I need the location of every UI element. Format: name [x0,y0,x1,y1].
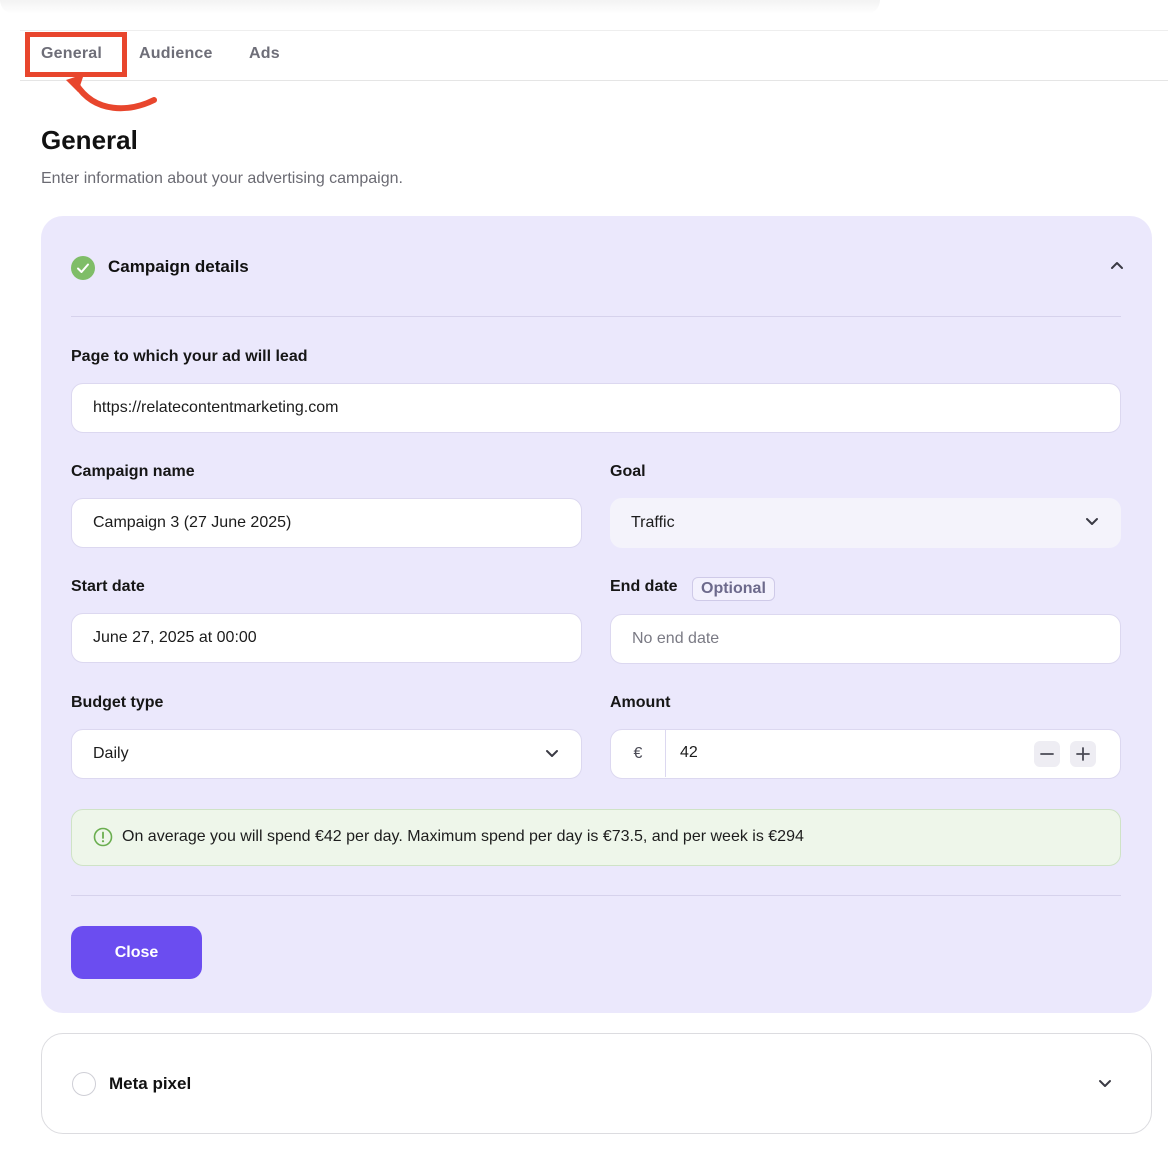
end-date-input[interactable]: No end date [610,614,1121,664]
campaign-details-title: Campaign details [108,257,249,276]
empty-circle-icon [72,1072,96,1096]
campaign-details-card: Campaign details Page to which your ad w… [41,216,1152,1013]
start-date-input[interactable]: June 27, 2025 at 00:00 [71,613,582,663]
optional-badge: Optional [692,577,775,601]
minus-icon [1040,753,1054,755]
tab-audience[interactable]: Audience [139,45,213,63]
page-subtitle: Enter information about your advertising… [41,170,403,187]
end-date-label: End date [610,578,678,595]
divider [71,895,1121,896]
budget-type-label: Budget type [71,694,164,711]
meta-pixel-title: Meta pixel [109,1074,192,1093]
chevron-down-icon[interactable] [1098,1079,1112,1089]
plus-icon [1076,747,1090,761]
check-circle-icon [71,256,95,280]
tab-general[interactable]: General [41,45,102,63]
budget-type-select[interactable]: Daily [71,729,582,779]
chevron-down-icon [1086,518,1098,525]
meta-pixel-card[interactable]: Meta pixel [41,1033,1152,1134]
campaign-name-label: Campaign name [71,463,195,480]
divider [71,316,1121,317]
increment-button[interactable] [1070,741,1096,767]
budget-type-value: Daily [93,745,129,762]
start-date-label: Start date [71,578,145,595]
spend-info-text: On average you will spend €42 per day. M… [122,828,804,845]
page-url-label: Page to which your ad will lead [71,348,308,365]
page-url-input[interactable]: https://relatecontentmarketing.com [71,383,1121,433]
campaign-details-header[interactable]: Campaign details [71,254,1124,282]
amount-input[interactable]: 42 [680,744,698,762]
goal-select[interactable]: Traffic [610,498,1121,548]
info-circle-icon [93,827,113,847]
goal-label: Goal [610,463,646,480]
decrement-button[interactable] [1034,741,1060,767]
top-shadow [0,0,880,14]
campaign-name-input[interactable]: Campaign 3 (27 June 2025) [71,498,582,548]
tab-ads[interactable]: Ads [249,45,280,63]
spend-info-box: On average you will spend €42 per day. M… [71,809,1121,866]
chevron-down-icon [546,750,558,757]
amount-label: Amount [610,694,671,711]
goal-select-value: Traffic [631,514,675,531]
tabs-bar: General Audience Ads [20,30,1168,81]
currency-symbol: € [611,730,666,777]
chevron-up-icon[interactable] [1110,260,1124,270]
close-button[interactable]: Close [71,926,202,979]
amount-field: € 42 [610,729,1121,779]
page-title: General [41,125,138,155]
